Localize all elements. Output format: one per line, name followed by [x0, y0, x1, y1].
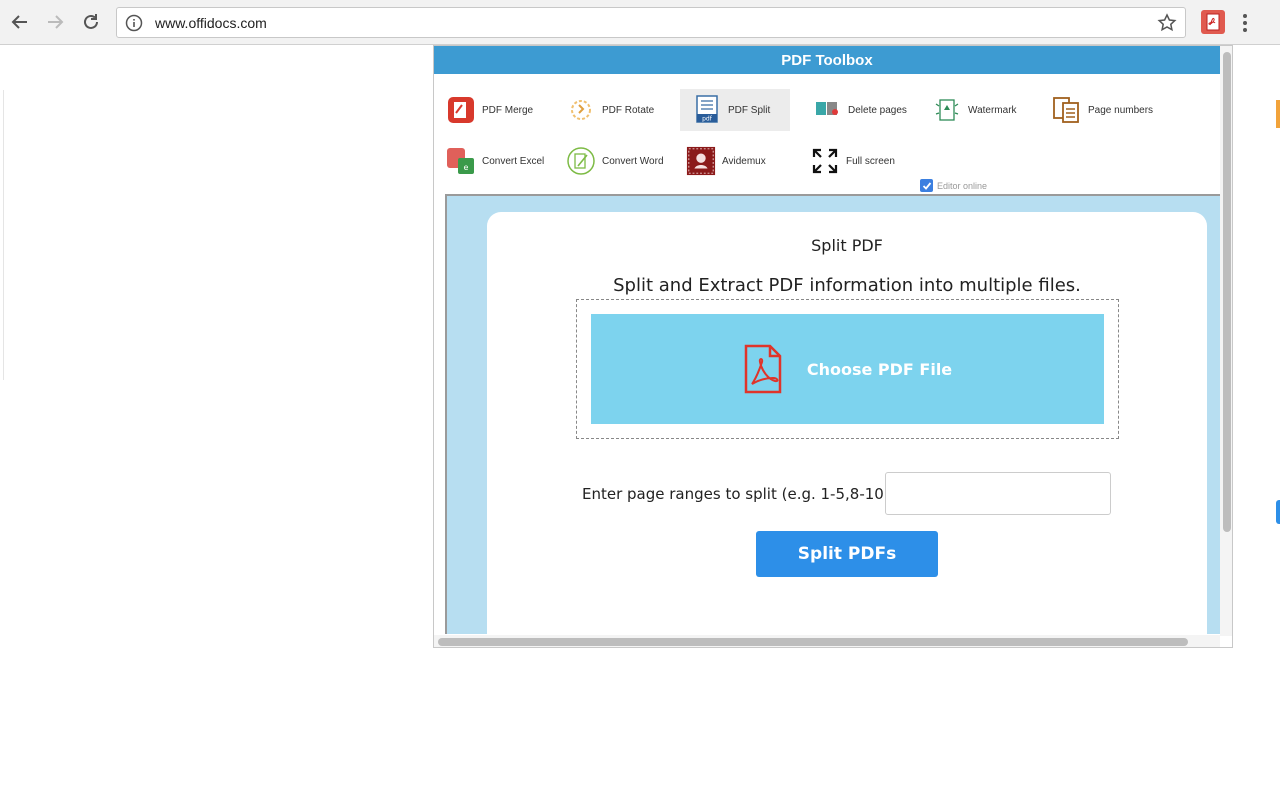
tool-label: PDF Rotate — [602, 105, 654, 116]
kebab-menu-icon — [1235, 11, 1255, 35]
back-arrow-icon — [10, 12, 30, 32]
pdf-file-icon — [743, 344, 783, 394]
avidemux-icon — [686, 146, 716, 176]
tool-full-screen[interactable]: Full screen — [798, 140, 916, 182]
editor-online-toggle[interactable]: Editor online — [920, 179, 987, 192]
tool-page-numbers[interactable]: Page numbers — [1040, 89, 1158, 131]
delete-pages-icon — [812, 95, 842, 125]
url-text: www.offidocs.com — [155, 15, 267, 31]
checkbox-checked-icon[interactable] — [920, 179, 933, 192]
pdf-toolbox-popup: PDF Toolbox PDF Merge PDF Rotate pdf PDF… — [433, 45, 1233, 648]
address-bar[interactable]: www.offidocs.com — [116, 7, 1186, 38]
tool-label: Full screen — [846, 156, 895, 167]
horizontal-scrollbar[interactable] — [434, 635, 1220, 648]
page-edge-fragment — [1276, 500, 1280, 524]
page-divider — [3, 90, 4, 380]
card-title: Split PDF — [487, 236, 1207, 255]
page-range-label: Enter page ranges to split (e.g. 1-5,8-1… — [582, 485, 895, 503]
tool-delete-pages[interactable]: Delete pages — [800, 89, 918, 131]
tool-label: PDF Merge — [482, 105, 533, 116]
reload-icon — [81, 12, 101, 32]
tool-label: PDF Split — [728, 105, 770, 116]
convert-word-icon — [566, 146, 596, 176]
pdf-rotate-icon — [566, 95, 596, 125]
tool-watermark[interactable]: Watermark — [920, 89, 1038, 131]
pdf-split-icon: pdf — [692, 95, 722, 125]
card-subtitle: Split and Extract PDF information into m… — [487, 275, 1207, 296]
popup-title: PDF Toolbox — [434, 46, 1220, 74]
pdf-extension-icon — [1205, 13, 1221, 31]
convert-excel-icon: e — [446, 146, 476, 176]
horizontal-scroll-thumb[interactable] — [438, 638, 1188, 646]
forward-arrow-icon — [45, 12, 65, 32]
file-dropzone[interactable]: Choose PDF File — [576, 299, 1119, 439]
tool-grid: PDF Merge PDF Rotate pdf PDF Split Delet… — [434, 74, 1220, 196]
tool-label: Watermark — [968, 105, 1017, 116]
vertical-scrollbar[interactable] — [1220, 46, 1233, 636]
fullscreen-icon — [810, 146, 840, 176]
svg-text:e: e — [464, 163, 469, 172]
tool-label: Page numbers — [1088, 105, 1153, 116]
browser-toolbar: www.offidocs.com — [0, 0, 1280, 45]
browser-menu-button[interactable] — [1235, 11, 1255, 35]
page-range-input[interactable] — [885, 472, 1111, 515]
editor-online-label: Editor online — [937, 181, 987, 191]
bookmark-star-icon[interactable] — [1157, 13, 1177, 33]
split-pdfs-button[interactable]: Split PDFs — [756, 531, 938, 577]
tool-pdf-split[interactable]: pdf PDF Split — [680, 89, 790, 131]
watermark-icon — [932, 95, 962, 125]
reload-button[interactable] — [78, 9, 104, 35]
tool-avidemux[interactable]: Avidemux — [674, 140, 792, 182]
choose-pdf-label: Choose PDF File — [807, 360, 952, 379]
page-numbers-icon — [1052, 95, 1082, 125]
tool-convert-word[interactable]: Convert Word — [554, 140, 672, 182]
tool-label: Avidemux — [722, 156, 766, 167]
tool-pdf-rotate[interactable]: PDF Rotate — [554, 89, 672, 131]
back-button[interactable] — [7, 9, 33, 35]
split-pdf-card: Split PDF Split and Extract PDF informat… — [487, 212, 1207, 648]
vertical-scroll-thumb[interactable] — [1223, 52, 1231, 532]
forward-button[interactable] — [42, 9, 68, 35]
info-icon[interactable] — [125, 14, 143, 32]
tool-label: Convert Excel — [482, 156, 544, 167]
tool-pdf-merge[interactable]: PDF Merge — [434, 89, 552, 131]
tool-convert-excel[interactable]: e Convert Excel — [434, 140, 552, 182]
svg-text:pdf: pdf — [702, 116, 713, 123]
choose-pdf-file-button[interactable]: Choose PDF File — [591, 314, 1104, 424]
tool-label: Delete pages — [848, 105, 907, 116]
tool-content-frame: Split PDF Split and Extract PDF informat… — [445, 194, 1221, 634]
pdf-toolbox-extension-button[interactable] — [1201, 10, 1225, 34]
page-edge-fragment — [1276, 100, 1280, 128]
tool-label: Convert Word — [602, 156, 664, 167]
pdf-merge-icon — [446, 95, 476, 125]
